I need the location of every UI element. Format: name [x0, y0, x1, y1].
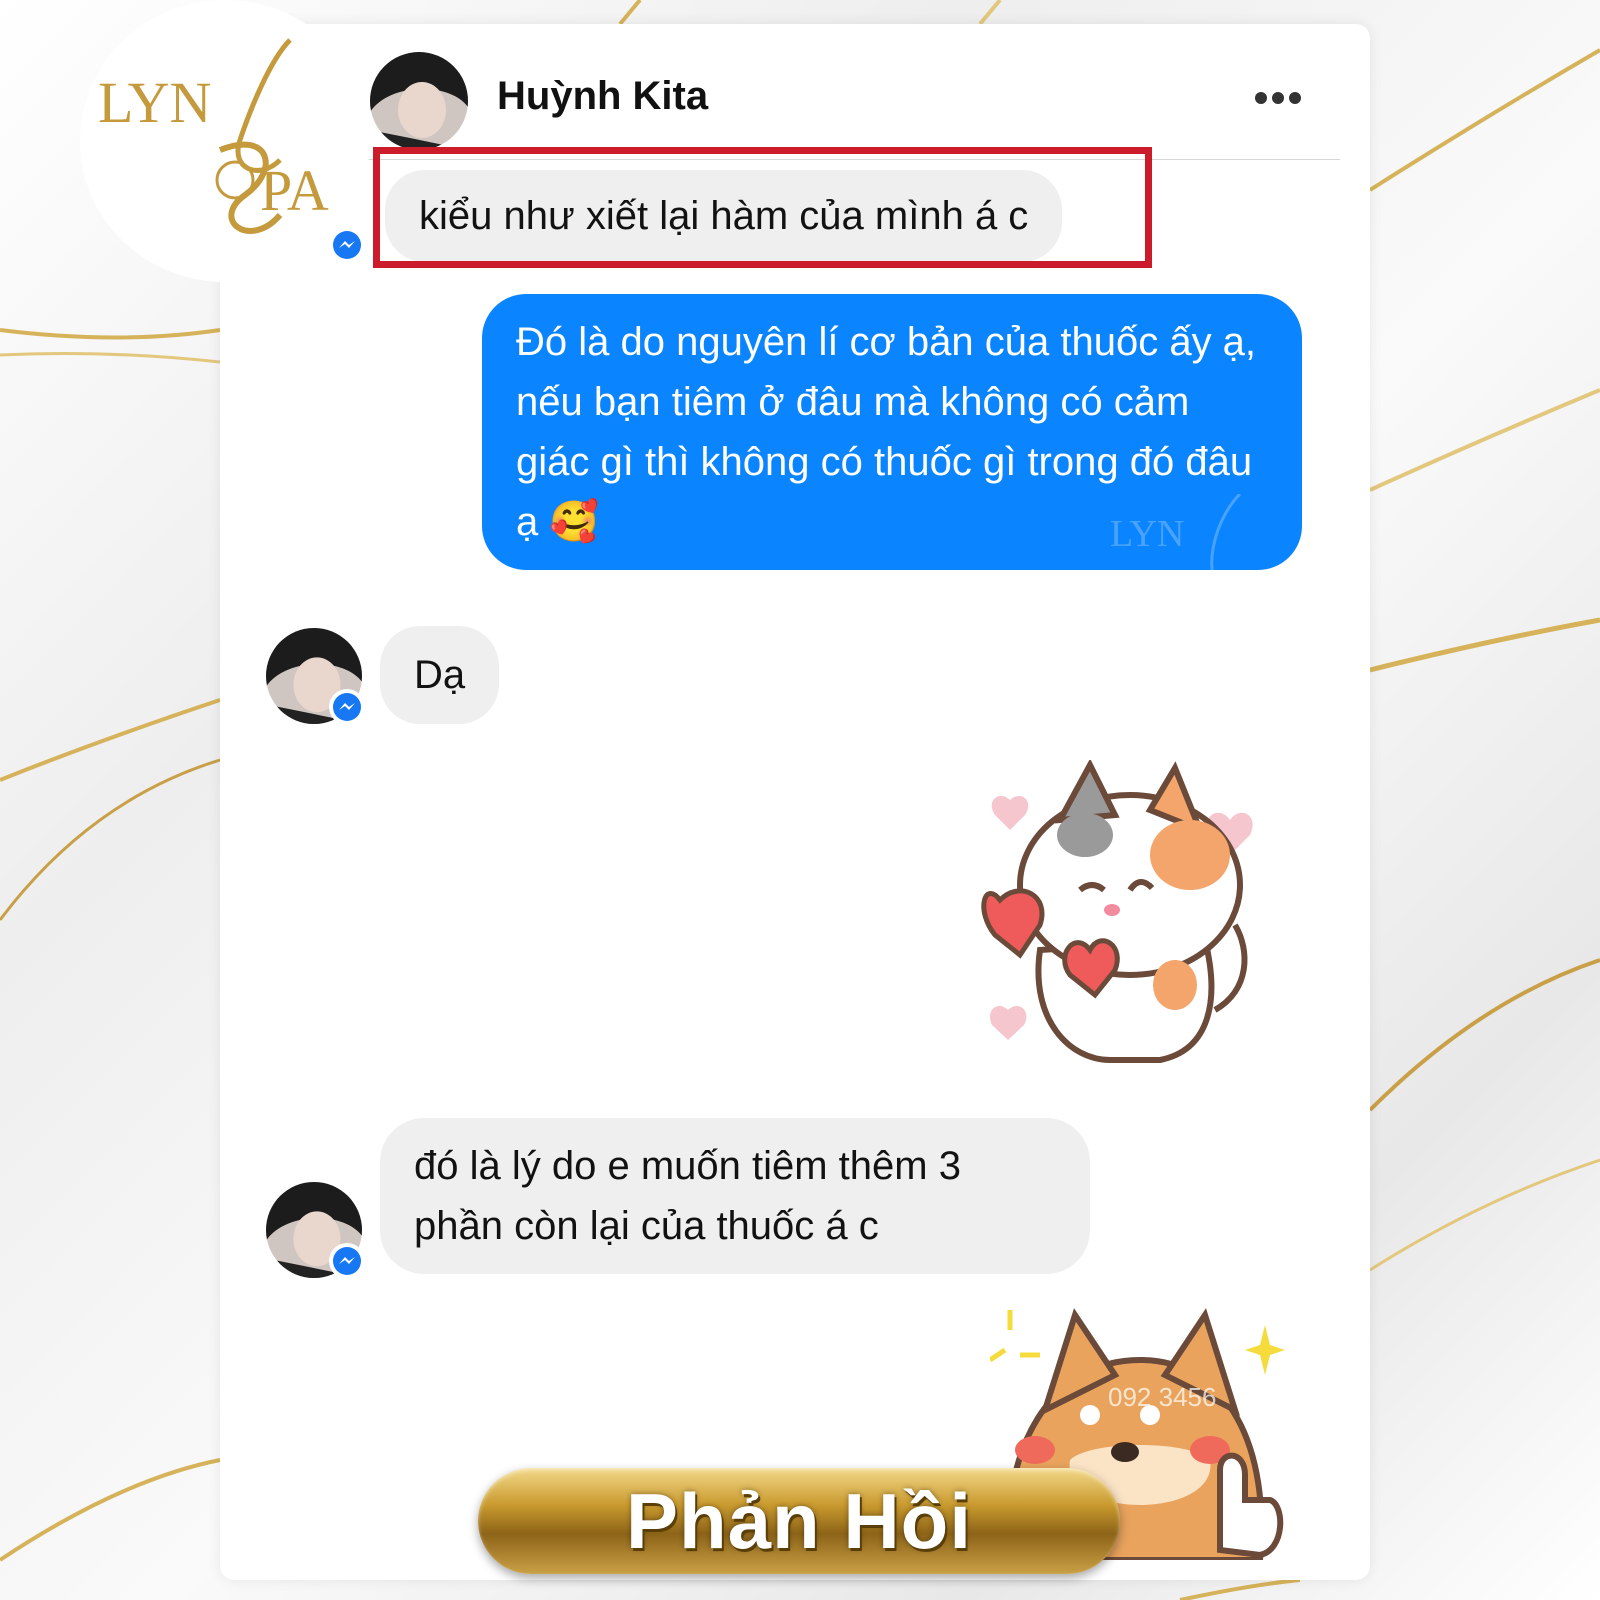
messenger-badge-icon — [329, 1243, 365, 1279]
svg-text:LYN: LYN — [1110, 513, 1184, 555]
more-options-button[interactable] — [1248, 78, 1308, 118]
svg-text:LYN: LYN — [98, 70, 211, 135]
feedback-banner: Phản Hồi — [478, 1468, 1120, 1574]
watermark-logo: LYN — [1110, 494, 1242, 585]
messenger-badge-icon — [329, 227, 365, 263]
contact-name: Huỳnh Kita — [497, 74, 709, 118]
message-text: Dạ — [414, 653, 466, 697]
more-horizontal-icon — [1255, 92, 1301, 104]
contact-avatar[interactable] — [370, 52, 468, 150]
incoming-message: Dạ — [380, 626, 500, 724]
brand-logo: LYN PA — [80, 0, 370, 282]
messenger-badge-icon — [329, 689, 365, 725]
message-text: đó là lý do e muốn tiêm thêm 3 phần còn … — [414, 1144, 961, 1248]
highlight-frame — [373, 147, 1152, 268]
feedback-label: Phản Hồi — [625, 1476, 972, 1565]
incoming-message: đó là lý do e muốn tiêm thêm 3 phần còn … — [380, 1118, 1090, 1274]
watermark-phone: 092 3456 — [1108, 1382, 1217, 1412]
cat-hearts-sticker — [981, 760, 1253, 1063]
